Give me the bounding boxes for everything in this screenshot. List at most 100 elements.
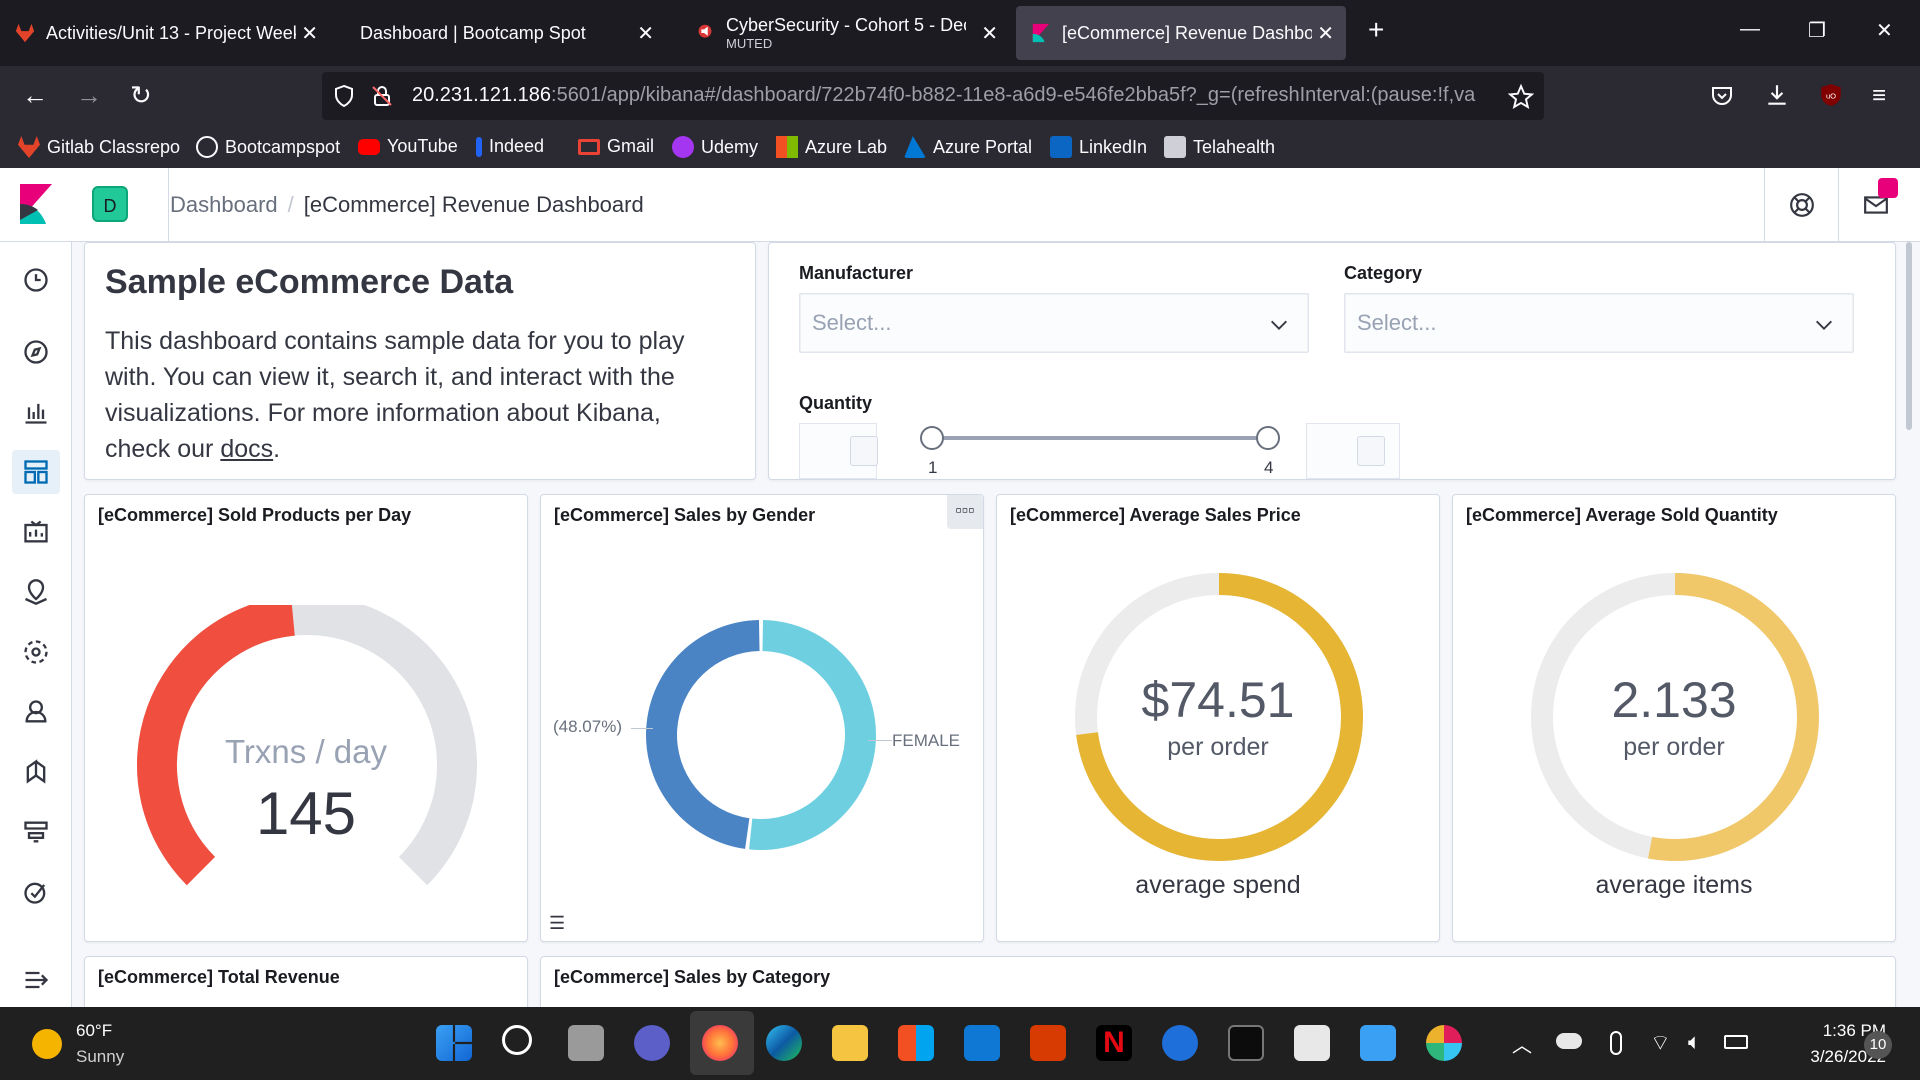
stepper-icon[interactable] xyxy=(850,436,878,466)
restore-icon[interactable]: ❐ xyxy=(1808,18,1826,43)
task-view-icon[interactable] xyxy=(568,1025,604,1061)
bookmark-label: Gmail xyxy=(607,136,655,156)
snipping-tool-icon[interactable] xyxy=(1294,1025,1330,1061)
discover-compass-icon[interactable] xyxy=(22,338,50,366)
apm-icon[interactable] xyxy=(22,818,50,846)
breadcrumb-current: [eCommerce] Revenue Dashboard xyxy=(303,192,644,217)
minimize-icon[interactable]: — xyxy=(1740,18,1760,41)
category-label: Category xyxy=(1344,263,1423,283)
download-icon[interactable] xyxy=(1764,82,1790,108)
edge-icon[interactable] xyxy=(766,1025,802,1061)
tab-ecommerce-dashboard[interactable]: [eCommerce] Revenue Dashboard ✕ xyxy=(1016,6,1346,60)
firefox-icon[interactable] xyxy=(702,1025,738,1061)
insecure-lock-icon[interactable] xyxy=(370,84,394,108)
recent-clock-icon[interactable] xyxy=(22,266,50,294)
kibana-logo-icon[interactable] xyxy=(18,184,54,224)
breadcrumb-dashboard-link[interactable]: Dashboard xyxy=(170,192,278,218)
shield-icon[interactable] xyxy=(332,84,356,108)
dashboard-icon[interactable] xyxy=(22,458,50,486)
netflix-icon[interactable]: N xyxy=(1096,1025,1132,1061)
infrastructure-icon[interactable] xyxy=(22,698,50,726)
newsfeed-button[interactable] xyxy=(1838,168,1912,242)
quantity-max-handle[interactable] xyxy=(1256,426,1280,450)
markdown-text: This dashboard contains sample data for … xyxy=(105,327,685,463)
bookmark-bootcampspot[interactable]: Bootcampspot xyxy=(196,136,340,158)
manufacturer-select[interactable]: Select... xyxy=(799,293,1309,353)
teams-chat-icon[interactable] xyxy=(634,1025,670,1061)
svg-text:uO: uO xyxy=(1826,91,1836,100)
quantity-min-input[interactable] xyxy=(799,423,878,479)
close-icon[interactable]: ✕ xyxy=(981,21,998,46)
speaker-icon[interactable]: 🔈︎ xyxy=(1688,1029,1701,1055)
maps-icon[interactable] xyxy=(22,578,50,606)
menu-icon[interactable]: ≡ xyxy=(1872,82,1886,110)
avg-price-caption: average spend xyxy=(1135,871,1301,899)
tab-cybersecurity[interactable]: CyberSecurity - Cohort 5 - Dec MUTED ✕ xyxy=(680,6,1010,60)
bookmark-azure-portal[interactable]: Azure Portal xyxy=(904,136,1032,158)
back-arrow-icon[interactable]: ← xyxy=(22,80,48,111)
bookmark-label: Azure Portal xyxy=(933,136,1033,157)
avg-price-sub: per order xyxy=(1167,733,1269,761)
new-tab-button[interactable]: + xyxy=(1368,14,1384,46)
legend-toggle-icon[interactable]: ☰ xyxy=(549,913,565,934)
docs-link[interactable]: docs xyxy=(220,435,273,463)
onedrive-icon[interactable] xyxy=(1556,1033,1582,1049)
sun-weather-icon[interactable] xyxy=(32,1029,62,1059)
window-close-icon[interactable]: ✕ xyxy=(1876,18,1893,43)
microsoft-store-icon[interactable] xyxy=(898,1025,934,1061)
space-avatar[interactable]: D xyxy=(92,186,128,222)
stepper-icon[interactable] xyxy=(1357,436,1385,466)
close-icon[interactable]: ✕ xyxy=(301,21,318,46)
quantity-label: Quantity xyxy=(799,393,873,413)
bookmark-indeed[interactable]: Indeed xyxy=(476,136,544,157)
uptime-icon[interactable] xyxy=(22,878,50,906)
bookmark-azure-lab[interactable]: Azure Lab xyxy=(776,136,887,158)
panel-options-icon[interactable]: ▫▫▫ xyxy=(947,495,983,529)
file-explorer-icon[interactable] xyxy=(832,1025,868,1061)
quantity-min-tick: 1 xyxy=(928,458,938,477)
sales-by-gender-panel: [eCommerce] Sales by Gender ▫▫▫ (48.07%)… xyxy=(540,494,984,942)
terminal-icon[interactable] xyxy=(1228,1025,1264,1061)
office-icon[interactable] xyxy=(1030,1025,1066,1061)
ublock-icon[interactable]: uO xyxy=(1818,82,1844,108)
quantity-max-input[interactable] xyxy=(1306,423,1400,479)
chevron-up-icon[interactable]: ︿ xyxy=(1512,1029,1532,1058)
bookmark-linkedin[interactable]: LinkedIn xyxy=(1050,136,1147,158)
panel-title: [eCommerce] Total Revenue xyxy=(98,967,340,987)
controls-scrollbar[interactable] xyxy=(1906,242,1912,430)
remote-desktop-icon[interactable] xyxy=(1162,1025,1198,1061)
help-menu-button[interactable] xyxy=(1764,168,1838,242)
bookmark-telahealth[interactable]: Telahealth xyxy=(1164,136,1275,158)
tab-activities[interactable]: Activities/Unit 13 - Project Week ✕ xyxy=(0,6,330,60)
bookmark-star-icon[interactable] xyxy=(1508,84,1534,110)
bookmark-youtube[interactable]: YouTube xyxy=(358,136,458,157)
bookmarks-bar: Gitlab Classrepo Bootcampspot YouTube In… xyxy=(0,126,1920,168)
bookmark-gitlab[interactable]: Gitlab Classrepo xyxy=(18,136,180,158)
slack-icon[interactable] xyxy=(1426,1025,1462,1061)
category-select[interactable]: Select... xyxy=(1344,293,1854,353)
forward-arrow-icon[interactable]: → xyxy=(76,80,102,111)
canvas-icon[interactable] xyxy=(22,518,50,546)
bookmark-gmail[interactable]: Gmail xyxy=(578,136,654,157)
wifi-icon[interactable]: ⌔ xyxy=(1650,1029,1671,1057)
url-bar[interactable]: 20.231.121.186:5601/app/kibana#/dashboar… xyxy=(322,72,1544,120)
close-icon[interactable]: ✕ xyxy=(637,21,654,46)
logs-icon[interactable] xyxy=(22,758,50,786)
close-icon[interactable]: ✕ xyxy=(1317,21,1334,46)
search-icon[interactable] xyxy=(502,1025,532,1055)
reload-icon[interactable]: ↻ xyxy=(130,80,152,111)
quantity-min-handle[interactable] xyxy=(920,426,944,450)
microphone-icon[interactable] xyxy=(1610,1031,1622,1055)
visualize-chart-icon[interactable] xyxy=(22,398,50,426)
notepad-icon[interactable] xyxy=(1360,1025,1396,1061)
mail-app-icon[interactable] xyxy=(964,1025,1000,1061)
gender-donut-chart xyxy=(646,620,877,850)
notification-count-badge[interactable]: 10 xyxy=(1864,1031,1892,1059)
tab-bootcamp-spot[interactable]: Dashboard | Bootcamp Spot ✕ xyxy=(336,6,666,60)
machine-learning-icon[interactable] xyxy=(22,638,50,666)
bookmark-udemy[interactable]: Udemy xyxy=(672,136,758,158)
battery-icon[interactable] xyxy=(1724,1035,1748,1049)
expand-nav-icon[interactable] xyxy=(22,966,50,994)
start-menu-icon[interactable] xyxy=(436,1025,472,1061)
pocket-icon[interactable] xyxy=(1710,84,1734,108)
